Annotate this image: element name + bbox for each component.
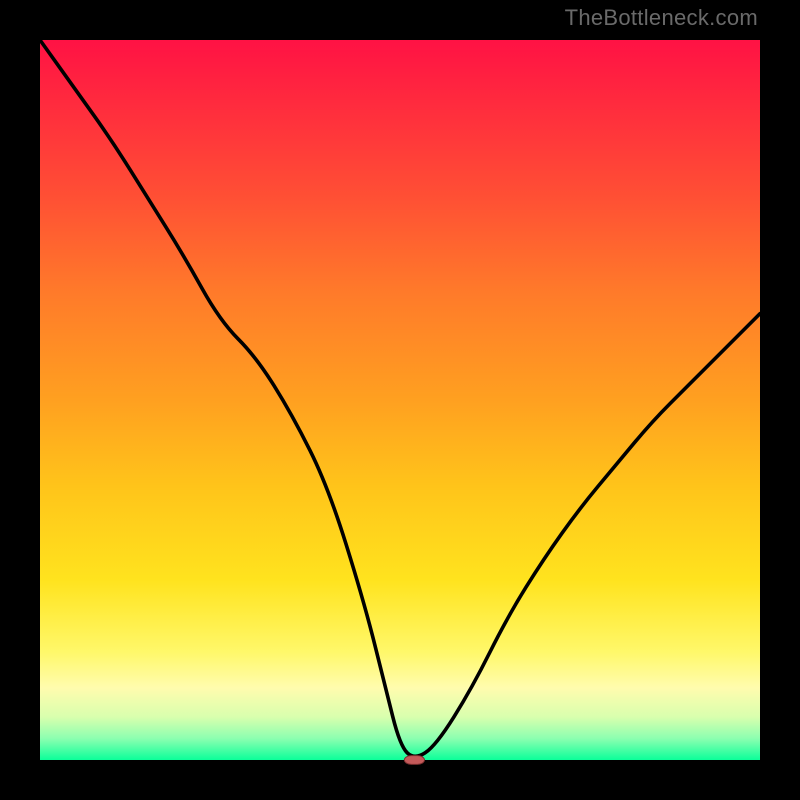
- watermark-text: TheBottleneck.com: [565, 5, 758, 31]
- plot-area: [40, 40, 760, 760]
- curve-svg: [40, 40, 760, 760]
- chart-frame: TheBottleneck.com: [0, 0, 800, 800]
- optimum-marker: [404, 756, 424, 765]
- bottleneck-curve-path: [40, 40, 760, 756]
